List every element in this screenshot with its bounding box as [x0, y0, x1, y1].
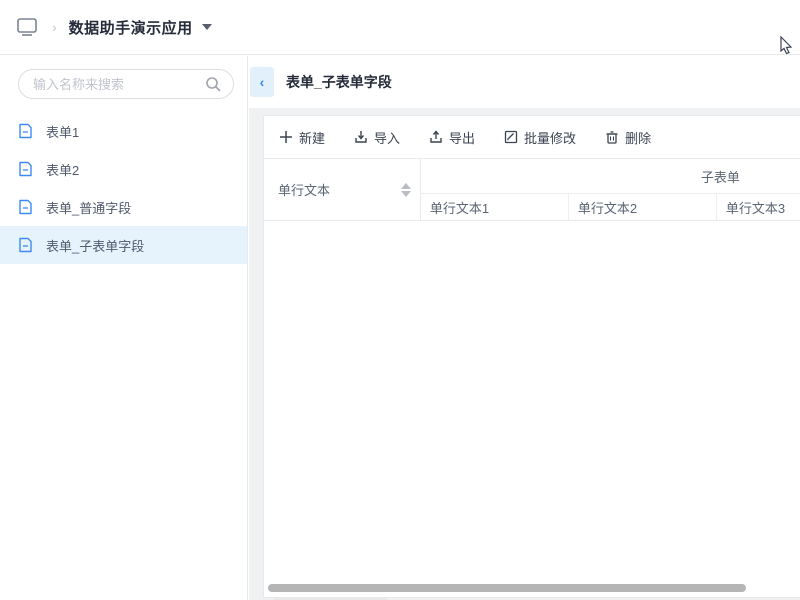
batch-edit-button-label: 批量修改: [524, 128, 576, 147]
app-window: › 数据助手演示应用 表单1: [0, 0, 800, 600]
top-bar: › 数据助手演示应用: [0, 0, 800, 55]
plus-icon: [279, 130, 293, 144]
horizontal-scrollbar[interactable]: [268, 584, 746, 592]
document-icon: [18, 123, 33, 139]
column-header-sub2: 单行文本2: [569, 194, 717, 220]
search-icon[interactable]: [205, 76, 221, 97]
sidebar-item-form1[interactable]: 表单1: [0, 112, 247, 150]
sidebar-item-form-normal-fields[interactable]: 表单_普通字段: [0, 188, 247, 226]
back-button[interactable]: ‹: [250, 67, 274, 97]
table-body-empty: [264, 221, 800, 554]
form-list: 表单1 表单2 表单_普通字段: [0, 112, 247, 264]
toolbar: 新建 导入: [264, 116, 800, 159]
sidebar-item-form-subform-fields[interactable]: 表单_子表单字段: [0, 226, 247, 264]
import-icon: [354, 130, 368, 144]
column-header-primary: 单行文本: [264, 159, 421, 220]
new-button[interactable]: 新建: [279, 128, 325, 147]
search-input[interactable]: [18, 69, 234, 99]
sidebar-item-label: 表单1: [46, 122, 79, 141]
page-header: ‹ 表单_子表单字段: [249, 56, 800, 108]
export-icon: [429, 130, 443, 144]
column-header-sub3: 单行文本3: [717, 194, 800, 220]
sidebar-item-form2[interactable]: 表单2: [0, 150, 247, 188]
column-group-subform: 子表单 单行文本1 单行文本2 单行文本3: [421, 159, 800, 220]
table-header: 单行文本 子表单 单行文本1 单行文本2 单行文本3: [264, 159, 800, 221]
document-icon: [18, 161, 33, 177]
sidebar: 表单1 表单2 表单_普通字段: [0, 56, 248, 600]
app-switcher-caret-icon[interactable]: [202, 24, 212, 30]
new-button-label: 新建: [299, 128, 325, 147]
column-header-sub1: 单行文本1: [421, 194, 569, 220]
column-group-label: 子表单: [421, 159, 800, 194]
delete-icon: [605, 130, 619, 144]
import-button-label: 导入: [374, 128, 400, 147]
sidebar-item-label: 表单_子表单字段: [46, 236, 144, 255]
search-wrap: [18, 69, 233, 99]
sort-caret-icon[interactable]: [401, 183, 411, 197]
main-area: ‹ 表单_子表单字段 新建: [249, 56, 800, 600]
edit-icon: [504, 130, 518, 144]
app-title[interactable]: 数据助手演示应用: [69, 17, 193, 38]
batch-edit-button[interactable]: 批量修改: [504, 128, 576, 147]
delete-button[interactable]: 删除: [605, 128, 651, 147]
document-icon: [18, 237, 33, 253]
export-button[interactable]: 导出: [429, 128, 475, 147]
app-monitor-icon[interactable]: [16, 17, 38, 37]
sidebar-item-label: 表单2: [46, 160, 79, 179]
sidebar-item-label: 表单_普通字段: [46, 198, 131, 217]
page-title: 表单_子表单字段: [286, 72, 392, 92]
import-button[interactable]: 导入: [354, 128, 400, 147]
delete-button-label: 删除: [625, 128, 651, 147]
column-header-label: 单行文本: [278, 180, 330, 199]
subcolumn-row: 单行文本1 单行文本2 单行文本3: [421, 194, 800, 220]
content-card: 新建 导入: [263, 115, 800, 598]
export-button-label: 导出: [449, 128, 475, 147]
document-icon: [18, 199, 33, 215]
breadcrumb-chevron-icon: ›: [52, 19, 57, 35]
